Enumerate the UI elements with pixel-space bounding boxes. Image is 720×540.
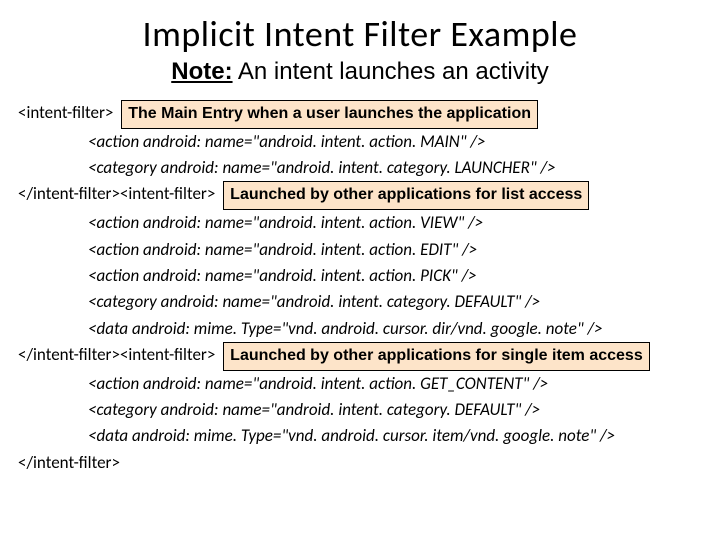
code-line: <intent-filter> The Main Entry when a us… — [18, 100, 702, 129]
callout-main-entry: The Main Entry when a user launches the … — [121, 100, 538, 129]
code-text: </intent-filter><intent-filter> — [18, 344, 215, 365]
code-text: <intent-filter> — [18, 102, 113, 123]
callout-list-access: Launched by other applications for list … — [223, 181, 589, 210]
slide-subtitle: Note: An intent launches an activity — [18, 58, 702, 86]
code-line: </intent-filter><intent-filter> Launched… — [18, 181, 702, 210]
code-line: <action android: name="android. intent. … — [18, 371, 702, 397]
code-block: <intent-filter> The Main Entry when a us… — [18, 100, 702, 476]
code-text: </intent-filter><intent-filter> — [18, 183, 215, 204]
code-line: <category android: name="android. intent… — [18, 289, 702, 315]
code-line: <action android: name="android. intent. … — [18, 129, 702, 155]
code-line: <action android: name="android. intent. … — [18, 263, 702, 289]
code-line: <data android: mime. Type="vnd. android.… — [18, 423, 702, 449]
code-line: <category android: name="android. intent… — [18, 397, 702, 423]
code-line: <action android: name="android. intent. … — [18, 210, 702, 236]
slide: Implicit Intent Filter Example Note: An … — [0, 0, 720, 486]
subtitle-text: An intent launches an activity — [233, 58, 549, 85]
note-label: Note: — [171, 58, 232, 85]
code-line: </intent-filter> — [18, 450, 702, 476]
code-line: <data android: mime. Type="vnd. android.… — [18, 316, 702, 342]
slide-title: Implicit Intent Filter Example — [18, 12, 702, 56]
code-line: <category android: name="android. intent… — [18, 155, 702, 181]
code-line: </intent-filter><intent-filter> Launched… — [18, 342, 702, 371]
code-line: <action android: name="android. intent. … — [18, 237, 702, 263]
callout-single-item: Launched by other applications for singl… — [223, 342, 650, 371]
